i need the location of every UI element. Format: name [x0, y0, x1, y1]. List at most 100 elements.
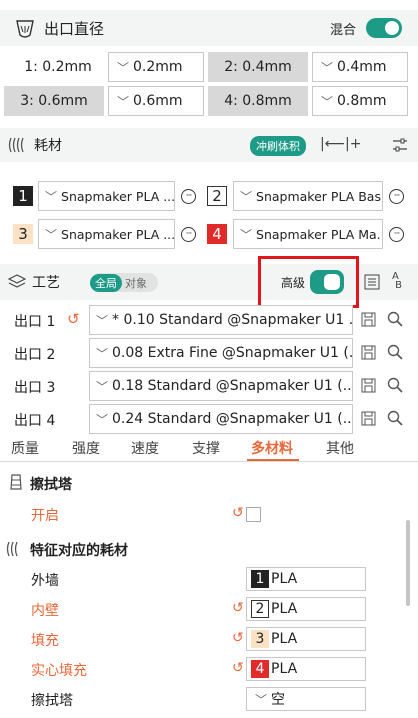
mixed-label: 混合 — [330, 22, 357, 38]
extruder-label-2: 出口 2 — [14, 347, 56, 363]
reset-icon[interactable]: ↺ — [232, 600, 244, 616]
tab-support[interactable]: 支撑 — [192, 438, 220, 458]
filament-badge-1: 1 — [13, 186, 33, 206]
filament-more-icon-1[interactable]: ··· — [181, 189, 196, 204]
chevron-down-icon: ﹀ — [96, 412, 109, 427]
save-icon[interactable] — [361, 378, 376, 393]
save-icon[interactable] — [361, 411, 376, 426]
chevron-down-icon: ﹀ — [96, 313, 109, 328]
nozzle-label-1[interactable]: 1: 0.2mm — [13, 52, 103, 82]
inner-wall-label: 内壁 — [31, 603, 59, 619]
scope-global-option[interactable]: 全局 — [90, 273, 122, 292]
filament-more-icon-3[interactable]: ··· — [181, 227, 196, 242]
search-icon[interactable] — [387, 377, 403, 393]
save-icon[interactable] — [361, 312, 376, 327]
extruder-preset-select-4[interactable]: ﹀ 0.24 Standard @Snapmaker U1 (... — [89, 404, 353, 434]
nozzle-label-3[interactable]: 3: 0.6mm — [4, 86, 104, 116]
scope-object-option[interactable]: 对象 — [122, 275, 147, 291]
filament-select-3[interactable]: ﹀ Snapmaker PLA ... — [38, 219, 175, 249]
chevron-down-icon: ﹀ — [96, 346, 109, 361]
reset-icon[interactable]: ↺ — [232, 630, 244, 646]
extruder-label-1: 出口 1 — [14, 314, 56, 330]
outer-wall-label: 外墙 — [31, 573, 59, 589]
tab-quality[interactable]: 质量 — [11, 438, 39, 458]
nozzle-label-4[interactable]: 4: 0.8mm — [208, 86, 308, 116]
extruder-preset-select-3[interactable]: ﹀ 0.18 Standard @Snapmaker U1 (... — [89, 371, 353, 401]
search-icon[interactable] — [387, 311, 403, 327]
layers-icon — [8, 274, 26, 290]
filament-badge-2: 2 — [207, 186, 227, 206]
search-icon[interactable] — [387, 410, 403, 426]
filament-badge: 3 — [251, 630, 269, 648]
chevron-down-icon: ﹀ — [45, 189, 58, 204]
filament-section-header: 耗材 冲刷体积 |⟵ |+ — [0, 128, 418, 162]
filament-remove-icon[interactable]: |⟵ — [320, 136, 345, 152]
reset-icon[interactable]: ↺ — [232, 505, 244, 521]
nozzle-title: 出口直径 — [44, 19, 105, 38]
chevron-down-icon: ﹀ — [45, 227, 58, 242]
flush-volume-button[interactable]: 冲刷体积 — [250, 136, 306, 156]
prime-tower-filament-label: 擦拭塔 — [31, 693, 73, 709]
nozzle-icon — [14, 18, 36, 40]
prime-tower-icon — [8, 473, 24, 491]
prime-tower-filament-select[interactable]: ﹀ 空 — [246, 687, 366, 711]
save-icon[interactable] — [361, 345, 376, 360]
extruder-label-4: 出口 4 — [14, 413, 56, 429]
chevron-down-icon: ﹀ — [255, 692, 268, 707]
reset-icon[interactable]: ↺ — [232, 660, 244, 676]
nozzle-select-4[interactable]: ﹀ 0.8mm — [312, 86, 408, 116]
prime-tower-enable-label: 开启 — [31, 508, 59, 524]
filament-icon — [8, 136, 30, 154]
nozzle-select-3[interactable]: ﹀ 0.6mm — [108, 86, 204, 116]
solid-infill-filament-select[interactable]: 4 PLA — [246, 657, 366, 681]
feature-filament-title: 特征对应的耗材 — [30, 543, 128, 559]
prime-tower-enable-checkbox[interactable] — [246, 507, 261, 522]
filament-select-2[interactable]: ﹀ Snapmaker PLA Bas... — [233, 181, 383, 211]
filament-add-icon[interactable]: |+ — [345, 136, 361, 152]
scrollbar-thumb[interactable] — [406, 520, 410, 606]
chevron-down-icon: ﹀ — [96, 379, 109, 394]
filament-more-icon-2[interactable]: ··· — [389, 189, 404, 204]
nozzle-section-header: 出口直径 混合 — [0, 10, 418, 46]
extruder-label-3: 出口 3 — [14, 380, 56, 396]
nozzle-select-2[interactable]: ﹀ 0.4mm — [312, 52, 408, 82]
process-scope-toggle[interactable]: 全局 对象 — [90, 273, 158, 292]
chevron-down-icon: ﹀ — [117, 94, 130, 109]
filament-icon — [6, 541, 26, 557]
tab-strength[interactable]: 强度 — [72, 438, 100, 458]
filament-badge: 1 — [251, 570, 269, 588]
extruder-preset-select-2[interactable]: ﹀ 0.08 Extra Fine @Snapmaker U1 (... — [89, 338, 353, 368]
infill-label: 填充 — [31, 633, 59, 649]
tab-speed[interactable]: 速度 — [131, 438, 159, 458]
outer-wall-filament-select[interactable]: 1 PLA — [246, 567, 366, 591]
prime-tower-title: 擦拭塔 — [30, 477, 72, 493]
chevron-down-icon: ﹀ — [117, 60, 130, 75]
filament-more-icon-4[interactable]: ··· — [389, 227, 404, 242]
extruder-preset-select-1[interactable]: ﹀ * 0.10 Standard @Snapmaker U1 ... — [89, 305, 353, 335]
chevron-down-icon: ﹀ — [321, 94, 334, 109]
nozzle-label-2[interactable]: 2: 0.4mm — [208, 52, 308, 82]
filament-select-4[interactable]: ﹀ Snapmaker PLA Ma... — [233, 219, 383, 249]
infill-filament-select[interactable]: 3 PLA — [246, 627, 366, 651]
tab-multi-material[interactable]: 多材料 — [251, 438, 293, 458]
tab-divider — [0, 461, 418, 462]
mixed-toggle[interactable] — [366, 18, 402, 38]
filament-select-1[interactable]: ﹀ Snapmaker PLA ... — [38, 181, 175, 211]
nozzle-select-1[interactable]: ﹀ 0.2mm — [108, 52, 204, 82]
filament-title: 耗材 — [34, 138, 62, 154]
solid-infill-label: 实心填充 — [31, 663, 87, 679]
chevron-down-icon: ﹀ — [240, 227, 253, 242]
list-view-icon[interactable] — [364, 274, 380, 290]
reset-icon[interactable]: ↺ — [67, 310, 80, 328]
process-title: 工艺 — [32, 275, 60, 291]
filament-badge-4: 4 — [207, 224, 227, 244]
inner-wall-filament-select[interactable]: 2 PLA — [246, 597, 366, 621]
tab-others[interactable]: 其他 — [326, 438, 354, 458]
compare-icon[interactable]: A B — [392, 272, 402, 291]
filament-badge-3: 3 — [13, 224, 33, 244]
filament-badge: 2 — [251, 600, 269, 618]
filament-badge: 4 — [251, 660, 269, 678]
search-icon[interactable] — [387, 344, 403, 360]
filament-settings-icon[interactable] — [392, 137, 408, 153]
chevron-down-icon: ﹀ — [240, 189, 253, 204]
